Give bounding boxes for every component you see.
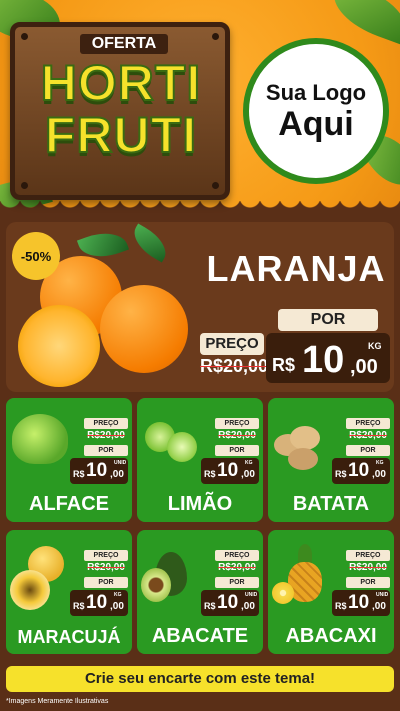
preco-label: PREÇO [215, 418, 259, 429]
price-integer: 10 [86, 592, 108, 613]
price-decimal: ,00 [241, 469, 255, 480]
por-label: POR [346, 577, 390, 588]
currency: R$ [73, 469, 85, 479]
price-integer: 10 [86, 460, 108, 481]
lettuce-icon [12, 414, 68, 464]
price-unit: KG [376, 460, 384, 466]
bolt-icon [21, 33, 28, 40]
old-price: R$20,00 [218, 430, 256, 441]
product-name: BATATA [292, 493, 370, 515]
new-price: R$ 10 ,00 UNID [70, 458, 128, 484]
price-integer: 10 [217, 460, 239, 481]
bolt-icon [212, 33, 219, 40]
price-decimal: ,00 [372, 601, 386, 612]
product-name: ALFACE [29, 493, 109, 515]
price-integer: 10 [348, 592, 370, 613]
price-unit: UNID [114, 460, 127, 466]
title-horti: HORTI [40, 55, 202, 111]
old-price: R$20,00 [349, 562, 387, 573]
product-card-limao[interactable]: PREÇO R$20,00 POR R$ 10 ,00 KG LIMÃO [137, 398, 263, 522]
price-decimal: ,00 [241, 601, 255, 612]
logo-placeholder[interactable]: Sua Logo Aqui [243, 38, 389, 184]
preco-label: PREÇO [215, 550, 259, 561]
new-price: R$ 10 ,00 KG [201, 458, 259, 484]
new-price: R$ 10 ,00 KG [332, 458, 390, 484]
title-fruti: FRUTI [44, 107, 198, 163]
product-card-maracuja[interactable]: PREÇO R$20,00 POR R$ 10 ,00 KG MARACUJÁ [6, 530, 132, 654]
preco-label: PREÇO [84, 550, 128, 561]
price-decimal: ,00 [350, 356, 378, 378]
price-integer: 10 [302, 339, 345, 381]
passion-fruit-icon [10, 570, 50, 610]
logo-text-line2: Aqui [278, 105, 354, 143]
price-decimal: ,00 [110, 469, 124, 480]
product-name: LIMÃO [167, 493, 233, 515]
product-card-abacate[interactable]: PREÇO R$20,00 POR R$ 10 ,00 UNID ABACATE [137, 530, 263, 654]
footnote: *Imagens Meramente Ilustrativas [6, 698, 109, 705]
price-integer: 10 [217, 592, 239, 613]
price-unit: UNID [245, 592, 258, 598]
product-name: ABACATE [151, 625, 249, 647]
price-decimal: ,00 [372, 469, 386, 480]
price-unit: KG [114, 592, 122, 598]
potato-icon [290, 426, 320, 450]
price-unit: UNID [376, 592, 389, 598]
pineapple-slice-icon [272, 582, 294, 604]
cta-banner[interactable]: Crie seu encarte com este tema! [6, 666, 394, 692]
por-label: POR [346, 445, 390, 456]
potato-icon [288, 448, 318, 470]
preco-label: PREÇO [84, 418, 128, 429]
product-card-abacaxi[interactable]: PREÇO R$20,00 POR R$ 10 ,00 UNID ABACAXI [268, 530, 394, 654]
orange-icon [100, 285, 188, 373]
featured-product-name: LARANJA [206, 248, 386, 289]
bolt-icon [212, 182, 219, 189]
discount-badge: -50% [12, 232, 60, 280]
old-price: R$20,00 [87, 430, 125, 441]
new-price: R$ 10 ,00 UNID [201, 590, 259, 616]
preco-label: PREÇO [200, 333, 264, 355]
price-unit: KG [245, 460, 253, 466]
currency: R$ [272, 355, 296, 375]
preco-label: PREÇO [346, 550, 390, 561]
leaf-decoration [325, 0, 400, 45]
old-price: R$20,00 [218, 562, 256, 573]
lime-icon [167, 432, 197, 462]
currency: R$ [335, 601, 347, 611]
currency: R$ [335, 469, 347, 479]
por-label: POR [84, 577, 128, 588]
new-price: R$ 10 ,00 KG [70, 590, 128, 616]
por-label: POR [278, 309, 378, 331]
preco-label: PREÇO [346, 418, 390, 429]
bolt-icon [21, 182, 28, 189]
por-label: POR [215, 445, 259, 456]
logo-text-line1: Sua Logo [265, 80, 367, 105]
product-card-batata[interactable]: PREÇO R$20,00 POR R$ 10 ,00 KG BATATA [268, 398, 394, 522]
product-name: MARACUJÁ [17, 627, 121, 647]
product-card-alface[interactable]: PREÇO R$20,00 POR R$ 10 ,00 UNID ALFACE [6, 398, 132, 522]
currency: R$ [204, 469, 216, 479]
orange-half-icon [18, 305, 100, 387]
por-label: POR [215, 577, 259, 588]
currency: R$ [204, 601, 216, 611]
old-price: R$20,00 [200, 356, 269, 376]
price-integer: 10 [348, 460, 370, 481]
product-name: ABACAXI [285, 625, 377, 647]
oferta-label: OFERTA [80, 34, 168, 54]
old-price: R$20,00 [349, 430, 387, 441]
avocado-icon [141, 568, 171, 602]
currency: R$ [73, 601, 85, 611]
por-label: POR [84, 445, 128, 456]
new-price: R$ 10 ,00 KG [266, 333, 390, 383]
old-price: R$20,00 [87, 562, 125, 573]
new-price: R$ 10 ,00 UNID [332, 590, 390, 616]
price-unit: KG [368, 341, 382, 351]
price-decimal: ,00 [110, 601, 124, 612]
